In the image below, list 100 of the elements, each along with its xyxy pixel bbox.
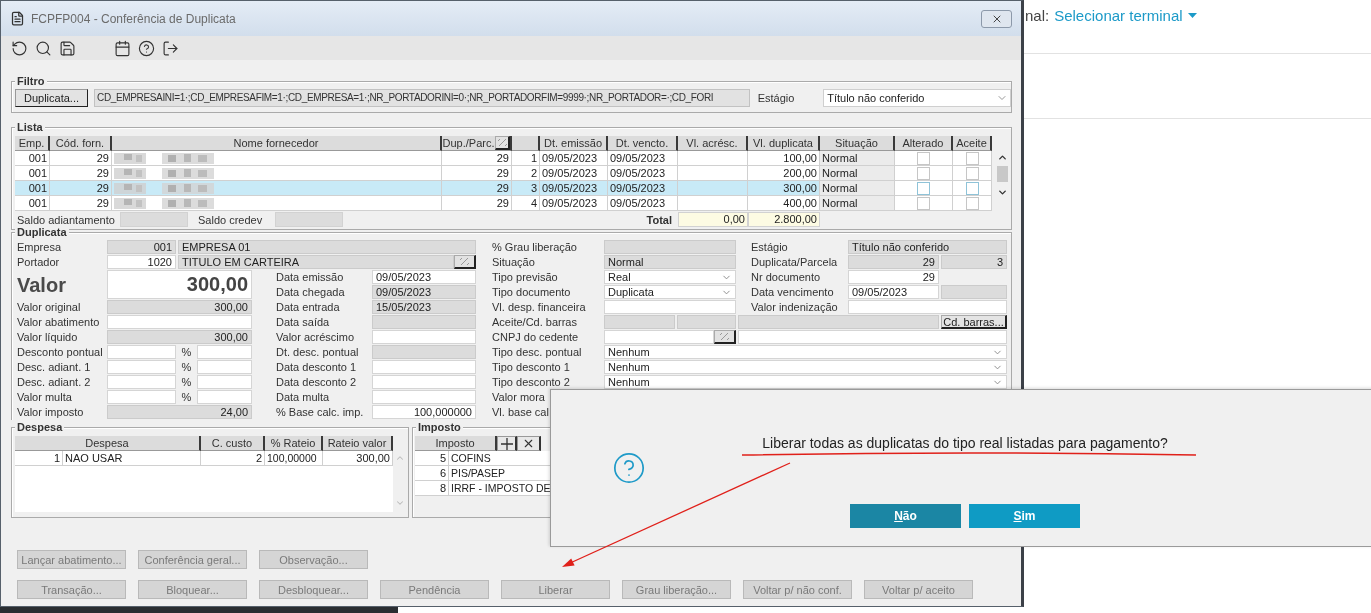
dropdown[interactable]: Título não conferido [823, 89, 1011, 107]
column-header: Nome fornecedor [112, 136, 442, 151]
input-field[interactable] [197, 345, 252, 359]
lookup-button[interactable] [714, 330, 736, 344]
input-field[interactable] [372, 375, 476, 389]
checkbox[interactable] [965, 196, 979, 210]
checkbox[interactable] [917, 166, 930, 180]
input-field[interactable] [275, 212, 343, 227]
scroll-down-icon[interactable] [996, 187, 1008, 198]
column-header: Dt. vencto. [608, 136, 678, 151]
table-cell: Normal [820, 181, 895, 196]
dropdown[interactable]: Nenhum [604, 360, 1007, 374]
exit-icon[interactable] [162, 39, 179, 57]
field-label: Data entrada [275, 300, 340, 314]
group-title: Despesa [15, 421, 65, 433]
input-field[interactable] [372, 315, 476, 329]
checkbox[interactable] [917, 181, 930, 195]
input-field[interactable] [604, 330, 714, 344]
input-field[interactable]: 09/05/2023 [372, 285, 476, 299]
input-field[interactable] [107, 315, 252, 329]
add-button[interactable] [497, 436, 517, 451]
input-field[interactable] [372, 360, 476, 374]
field-label: Valor multa [16, 390, 72, 404]
list-row[interactable]: 001 29 29 3 09/05/2023 09/05/2023 300,00 Normal [15, 181, 992, 196]
input-field[interactable] [372, 330, 476, 344]
barcode-button[interactable]: Cd. barras... [941, 315, 1007, 329]
group-title: Duplicata [15, 226, 69, 238]
filter-expression-field[interactable]: CD_EMPRESAINI=1·;CD_EMPRESAFIM=1·;CD_EMPRESA=1·;NR_PORTADORINI=0·;NR_PORTADORFIM=9999·;NR_PORTADOR=·;CD_FORI [94, 89, 750, 107]
field-label: Valor mora [491, 390, 545, 404]
list-row[interactable]: 001 29 29 2 09/05/2023 09/05/2023 200,00 Normal [15, 166, 992, 181]
column-header: Vl. acrésc. [678, 136, 748, 151]
dropdown[interactable]: Nenhum [604, 345, 1007, 359]
dropdown[interactable]: Nenhum [604, 375, 1007, 389]
table-cell: 4 [512, 196, 540, 211]
input-field[interactable] [848, 300, 1007, 314]
input-field[interactable] [677, 315, 736, 329]
column-header: % Rateio [265, 436, 323, 451]
input-field[interactable]: EMPRESA 01 [178, 240, 476, 254]
field-label: Desconto pontual [16, 345, 103, 359]
scrollbar-thumb[interactable] [996, 166, 1008, 182]
input-field[interactable] [372, 345, 476, 359]
input-field[interactable] [604, 240, 736, 254]
input-field[interactable]: TITULO EM CARTEIRA [178, 255, 454, 269]
value-heading: Valor [16, 278, 66, 292]
input-field[interactable] [197, 360, 252, 374]
input-field[interactable] [941, 285, 1007, 299]
input-field[interactable]: 001 [107, 240, 176, 254]
input-field[interactable]: 300,00 [107, 300, 252, 314]
input-field[interactable] [604, 315, 675, 329]
input-field[interactable]: 29 [848, 255, 939, 269]
input-field[interactable]: 3 [941, 255, 1007, 269]
field-label: Portador [16, 255, 60, 269]
scroll-up-icon[interactable] [996, 152, 1008, 163]
input-field[interactable]: Normal [604, 255, 736, 269]
lookup-button[interactable] [495, 136, 510, 150]
input-field[interactable] [107, 390, 176, 404]
input-field[interactable] [120, 212, 188, 227]
checkbox[interactable] [965, 166, 979, 180]
input-field[interactable]: 15/05/2023 [372, 300, 476, 314]
input-field[interactable] [107, 360, 176, 374]
save-icon[interactable] [59, 39, 76, 57]
close-button[interactable] [981, 9, 1012, 28]
input-field[interactable] [372, 390, 476, 404]
input-field[interactable] [107, 345, 176, 359]
checkbox[interactable] [965, 151, 979, 165]
input-field[interactable] [738, 315, 939, 329]
input-field[interactable]: Título não conferido [848, 240, 1007, 254]
lookup-button[interactable] [454, 255, 476, 269]
list-row[interactable]: 001 29 29 1 09/05/2023 09/05/2023 100,00 Normal [15, 151, 992, 166]
input-field[interactable] [197, 390, 252, 404]
checkbox[interactable] [917, 151, 930, 165]
input-field[interactable]: 24,00 [107, 405, 252, 419]
help-icon[interactable] [138, 39, 155, 57]
unit-label: % [180, 390, 193, 404]
input-field[interactable] [604, 300, 736, 314]
field-label: Data chegada [275, 285, 345, 299]
input-field[interactable]: 1020 [107, 255, 176, 269]
input-field[interactable] [197, 375, 252, 389]
input-field[interactable] [738, 330, 1007, 344]
input-field[interactable]: 100,000000 [372, 405, 476, 419]
dropdown[interactable]: Real [604, 270, 736, 284]
dropdown[interactable]: Duplicata [604, 285, 736, 299]
input-field[interactable]: 300,00 [107, 330, 252, 344]
search-icon[interactable] [35, 39, 52, 57]
checkbox[interactable] [917, 196, 930, 210]
calendar-icon[interactable] [114, 39, 131, 57]
input-field[interactable]: 300,00 [107, 270, 252, 299]
delete-button[interactable] [517, 436, 541, 451]
input-field[interactable] [107, 375, 176, 389]
dialog-button[interactable]: Não [850, 504, 961, 528]
total-value: 2.800,00 [748, 212, 820, 227]
duplicata-button[interactable]: Duplicata... [15, 89, 89, 107]
list-row[interactable]: 001 29 29 4 09/05/2023 09/05/2023 400,00 Normal [15, 196, 992, 211]
checkbox[interactable] [965, 181, 979, 195]
group-title: Lista [15, 121, 45, 133]
input-field[interactable]: 09/05/2023 [848, 285, 939, 299]
input-field[interactable]: 09/05/2023 [372, 270, 476, 284]
undo-icon[interactable] [11, 39, 28, 57]
input-field[interactable]: 29 [848, 270, 939, 284]
column-header: Rateio valor [323, 436, 393, 451]
